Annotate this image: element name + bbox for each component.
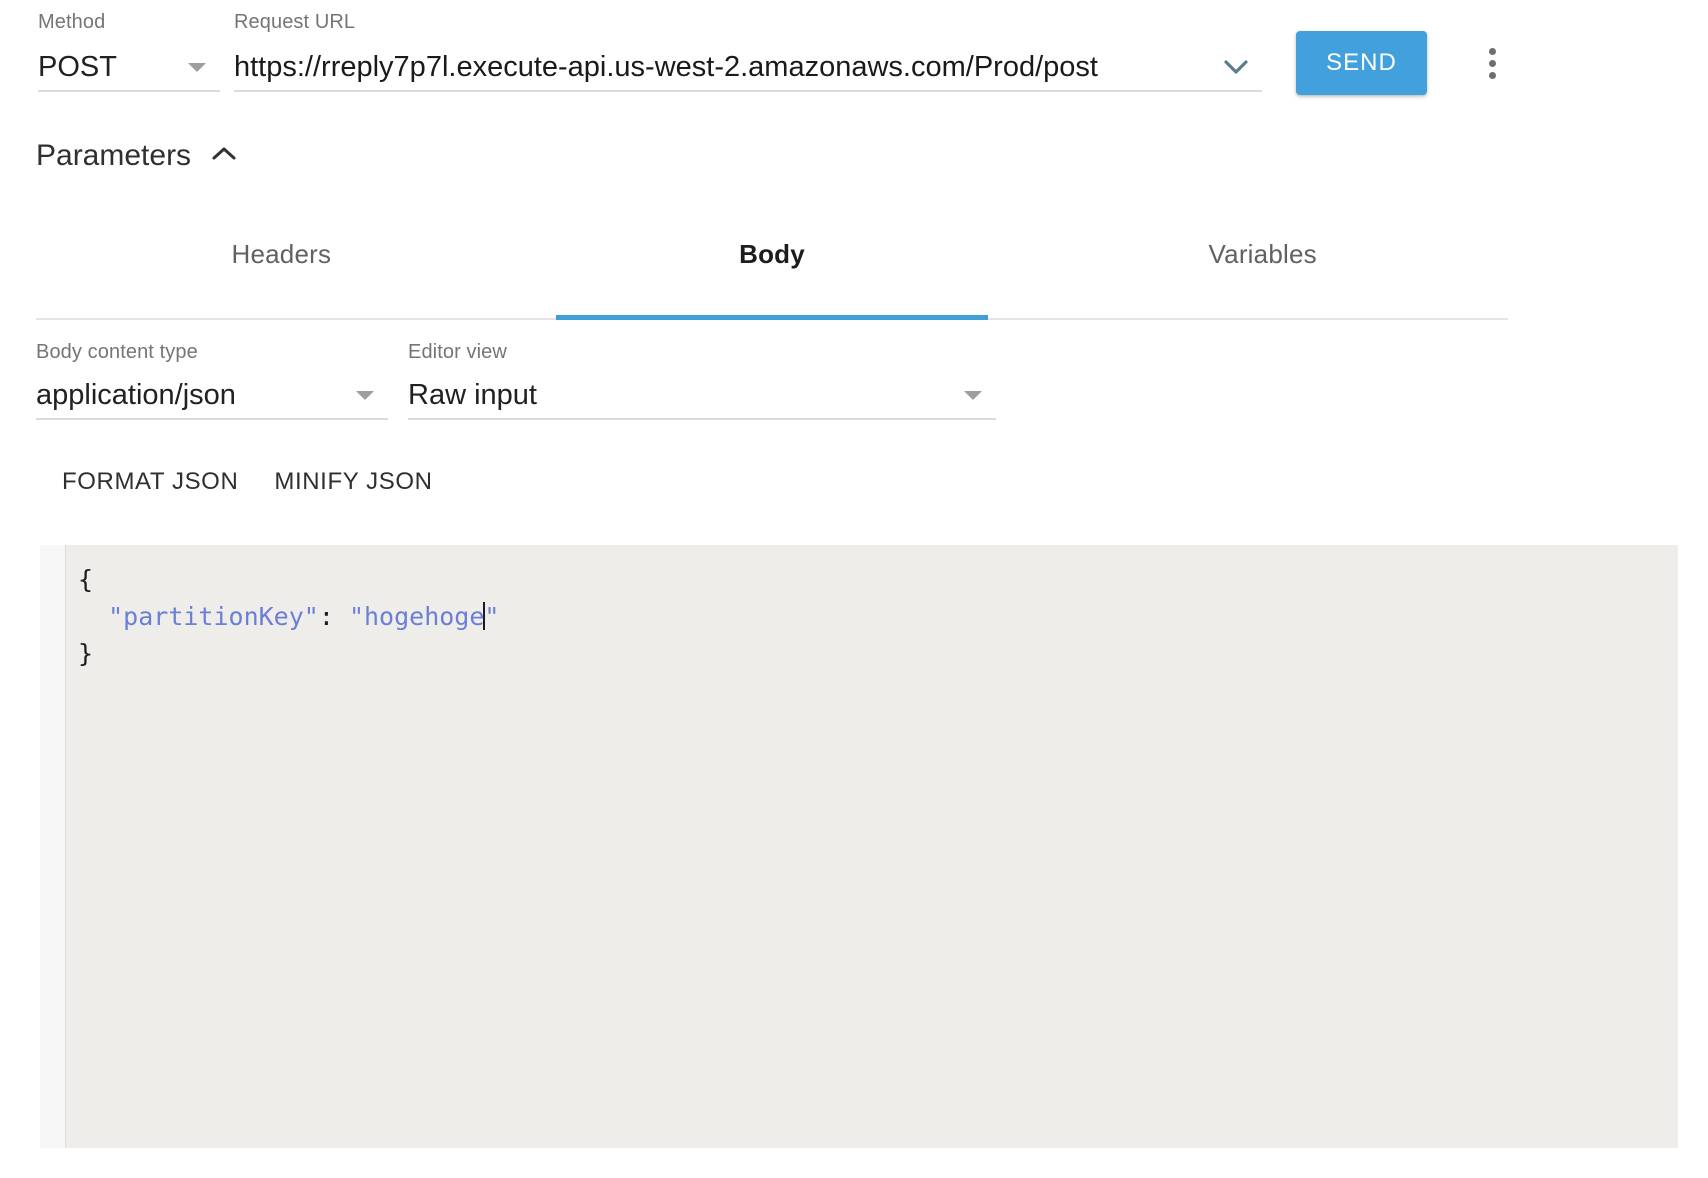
tab-body[interactable]: Body — [527, 212, 1018, 320]
kebab-dot-2 — [1488, 59, 1496, 67]
request-url-value[interactable]: https://rreply7p7l.execute-api.us-west-2… — [234, 50, 1098, 84]
tab-headers[interactable]: Headers — [36, 212, 527, 318]
request-url-input-wrapper[interactable]: https://rreply7p7l.execute-api.us-west-2… — [234, 44, 1262, 92]
editor-view-value: Raw input — [408, 379, 537, 411]
editor-view-label: Editor view — [408, 341, 507, 363]
editor-line-2-value-text: "hogehoge — [348, 602, 485, 631]
triangle-down-icon — [188, 63, 206, 72]
chevron-up-icon[interactable] — [209, 144, 239, 169]
editor-gutter — [40, 545, 66, 1148]
triangle-down-icon — [964, 391, 982, 400]
kebab-menu-icon[interactable] — [1468, 36, 1516, 90]
body-options-row: Body content type application/json Edito… — [0, 340, 1708, 450]
editor-text-area[interactable]: { "partitionKey": "hogehoge" } — [66, 545, 1678, 1148]
tab-body-label: Body — [739, 238, 805, 269]
editor-line-2-indent — [78, 602, 108, 631]
request-url-label: Request URL — [234, 11, 356, 33]
editor-line-2: "partitionKey": "hogehoge" — [78, 602, 499, 631]
tab-headers-label: Headers — [231, 238, 332, 269]
method-value: POST — [38, 51, 117, 83]
raw-body-editor[interactable]: { "partitionKey": "hogehoge" } — [40, 545, 1678, 1148]
chevron-down-icon[interactable] — [1220, 56, 1252, 78]
method-label: Method — [38, 11, 106, 33]
send-button[interactable]: SEND — [1296, 31, 1427, 95]
format-json-button[interactable]: FORMAT JSON — [44, 458, 256, 506]
editor-line-2-value: "hogehoge" — [348, 602, 500, 631]
body-content-type-label: Body content type — [36, 341, 198, 363]
parameters-tabs: Headers Body Variables — [36, 212, 1508, 320]
tab-variables[interactable]: Variables — [1017, 212, 1508, 318]
editor-line-3: } — [78, 639, 94, 668]
body-content-type-value: application/json — [36, 379, 236, 411]
body-content-type-field: Body content type application/json — [36, 340, 388, 420]
minify-json-button[interactable]: MINIFY JSON — [256, 458, 450, 506]
editor-line-2-key: "partitionKey" — [108, 602, 319, 631]
request-url-field: Request URL https://rreply7p7l.execute-a… — [234, 10, 1262, 92]
json-action-buttons: FORMAT JSON MINIFY JSON — [44, 458, 451, 506]
method-field: Method POST — [38, 10, 220, 92]
kebab-dot-1 — [1488, 47, 1496, 55]
parameters-title: Parameters — [36, 139, 192, 172]
editor-view-field: Editor view Raw input — [408, 340, 996, 420]
kebab-dot-3 — [1488, 71, 1496, 79]
method-select[interactable]: POST — [38, 44, 220, 92]
tab-variables-label: Variables — [1208, 238, 1317, 269]
request-bar: Method POST Request URL https://rreply7p… — [0, 0, 1708, 120]
editor-line-2-colon: : — [318, 602, 349, 631]
editor-line-2-value-close-quote: " — [484, 602, 500, 631]
editor-view-select[interactable]: Raw input — [408, 372, 996, 420]
editor-line-1: { — [78, 565, 94, 594]
parameters-toggle[interactable]: Parameters — [36, 138, 239, 174]
body-content-type-select[interactable]: application/json — [36, 372, 388, 420]
api-request-builder: Method POST Request URL https://rreply7p… — [0, 0, 1708, 1178]
triangle-down-icon — [356, 391, 374, 400]
